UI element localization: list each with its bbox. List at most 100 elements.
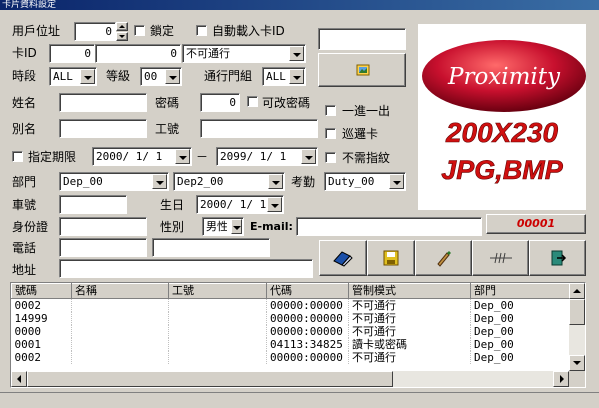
- chevron-down-icon[interactable]: [268, 174, 283, 189]
- alias-field[interactable]: [59, 119, 147, 138]
- chevron-down-icon[interactable]: [152, 174, 167, 189]
- date-to-value: 2099/ 1/ 1: [220, 150, 287, 163]
- cell-code: 04113:34825: [266, 338, 349, 351]
- scroll-up-icon[interactable]: [569, 283, 585, 299]
- cell-number: 0001: [11, 338, 72, 351]
- load-photo-button[interactable]: [318, 53, 406, 87]
- door-group-select[interactable]: ALL: [262, 67, 306, 86]
- cell-number: 0000: [11, 325, 72, 338]
- chevron-down-icon[interactable]: [301, 149, 316, 164]
- email-field[interactable]: [296, 217, 482, 236]
- address-field[interactable]: [59, 259, 313, 278]
- patrol-card-checkbox[interactable]: [325, 128, 336, 139]
- exit-button[interactable]: [529, 240, 586, 276]
- attendance-value: Duty_00: [328, 175, 375, 188]
- column-header-employee-no[interactable]: 工號: [168, 283, 267, 299]
- window-title-bar: 卡片資料設定: [0, 0, 599, 10]
- spin-down-icon[interactable]: [116, 32, 128, 41]
- department2-select[interactable]: Dep2_00: [173, 172, 285, 191]
- chevron-down-icon[interactable]: [165, 69, 180, 84]
- password-label: 密碼: [155, 96, 180, 110]
- cell-department: Dep_00: [470, 298, 572, 312]
- cell-department: Dep_00: [470, 338, 572, 351]
- eraser-icon: [333, 251, 353, 267]
- lock-checkbox[interactable]: [134, 25, 145, 36]
- column-header-name[interactable]: 名稱: [71, 283, 169, 299]
- chevron-down-icon[interactable]: [175, 149, 190, 164]
- scroll-down-icon[interactable]: [569, 355, 585, 371]
- plate-field[interactable]: [59, 195, 127, 214]
- user-address-field[interactable]: 0: [74, 22, 116, 41]
- scroll-left-icon[interactable]: [11, 371, 27, 387]
- horizontal-scroll-thumb[interactable]: [27, 371, 393, 387]
- card-id-field-1[interactable]: 0: [49, 44, 95, 63]
- phone-field-2[interactable]: [152, 238, 270, 257]
- chevron-down-icon[interactable]: [389, 174, 404, 189]
- phone-field-1[interactable]: [59, 238, 147, 257]
- save-button[interactable]: [367, 240, 415, 276]
- date-from-picker[interactable]: 2000/ 1/ 1: [92, 147, 192, 166]
- department-label: 部門: [12, 175, 37, 189]
- level-value: 00: [144, 70, 158, 83]
- photo-size-text: 200X230: [445, 117, 559, 148]
- spin-up-icon[interactable]: [116, 22, 128, 31]
- department-select[interactable]: Dep_00: [59, 172, 169, 191]
- access-mode-value: 不可通行: [186, 47, 230, 60]
- changeable-password-checkbox[interactable]: [247, 96, 258, 107]
- level-label: 等級: [106, 69, 131, 83]
- gender-select[interactable]: 男性: [202, 217, 244, 236]
- chevron-down-icon[interactable]: [267, 197, 282, 212]
- status-bar: [0, 392, 599, 408]
- table-header: 號碼 名稱 工號 代碼 管制模式 部門: [11, 283, 572, 299]
- card-read-field[interactable]: [318, 28, 406, 50]
- period-select[interactable]: ALL: [49, 67, 97, 86]
- chevron-down-icon[interactable]: [289, 46, 304, 61]
- horizontal-scrollbar[interactable]: [11, 371, 569, 387]
- wave-icon: [490, 252, 512, 264]
- level-select[interactable]: 00: [140, 67, 182, 86]
- table-row[interactable]: 14999 00000:00000 不可通行 Dep_00: [11, 312, 572, 325]
- table-row[interactable]: 0000 00000:00000 不可通行 Dep_00: [11, 325, 572, 338]
- no-fingerprint-checkbox[interactable]: [325, 152, 336, 163]
- employee-no-field[interactable]: [200, 119, 318, 138]
- attendance-select[interactable]: Duty_00: [324, 172, 406, 191]
- id-field[interactable]: [59, 217, 147, 236]
- table-row[interactable]: 0002 00000:00000 不可通行 Dep_00: [11, 351, 572, 364]
- scroll-right-icon[interactable]: [553, 371, 569, 387]
- pen-icon: [437, 251, 451, 267]
- signal-button[interactable]: [472, 240, 529, 276]
- chevron-down-icon[interactable]: [80, 69, 95, 84]
- card-table[interactable]: 號碼 名稱 工號 代碼 管制模式 部門 0002 00000:00000 不可通…: [10, 282, 586, 388]
- cell-access-mode: 不可通行: [348, 312, 471, 325]
- cell-code: 00000:00000: [266, 351, 349, 364]
- user-address-spinner[interactable]: [116, 22, 128, 41]
- date-to-picker[interactable]: 2099/ 1/ 1: [216, 147, 318, 166]
- vertical-scroll-thumb[interactable]: [569, 299, 585, 325]
- card-id-field-2[interactable]: 0: [95, 44, 181, 63]
- expiry-checkbox[interactable]: [12, 151, 23, 162]
- access-mode-select[interactable]: 不可通行: [182, 44, 306, 63]
- table-row[interactable]: 0002 00000:00000 不可通行 Dep_00: [11, 298, 572, 312]
- chevron-down-icon[interactable]: [231, 219, 242, 234]
- column-header-number[interactable]: 號碼: [11, 283, 72, 299]
- department-value: Dep_00: [63, 175, 103, 188]
- password-field[interactable]: 0: [200, 93, 240, 112]
- column-header-access-mode[interactable]: 管制模式: [348, 283, 471, 299]
- cell-access-mode: 不可通行: [348, 298, 471, 312]
- table-row[interactable]: 0001 04113:34825 讀卡或密碼 Dep_00: [11, 338, 572, 351]
- clear-button[interactable]: [319, 240, 367, 276]
- expiry-label: 指定期限: [28, 150, 77, 164]
- vertical-scrollbar[interactable]: [569, 283, 585, 371]
- column-header-code[interactable]: 代碼: [266, 283, 349, 299]
- edit-button[interactable]: [415, 240, 472, 276]
- auto-load-checkbox[interactable]: [196, 25, 207, 36]
- chevron-down-icon[interactable]: [289, 69, 304, 84]
- door-group-value: ALL: [266, 70, 286, 83]
- birthday-picker[interactable]: 2000/ 1/ 1: [196, 195, 284, 214]
- photo-icon: [356, 64, 370, 76]
- birthday-value: 2000/ 1/ 1: [200, 198, 267, 211]
- name-field[interactable]: [59, 93, 147, 112]
- column-header-department[interactable]: 部門: [470, 283, 572, 299]
- cell-department: Dep_00: [470, 351, 572, 364]
- one-in-one-out-checkbox[interactable]: [325, 105, 336, 116]
